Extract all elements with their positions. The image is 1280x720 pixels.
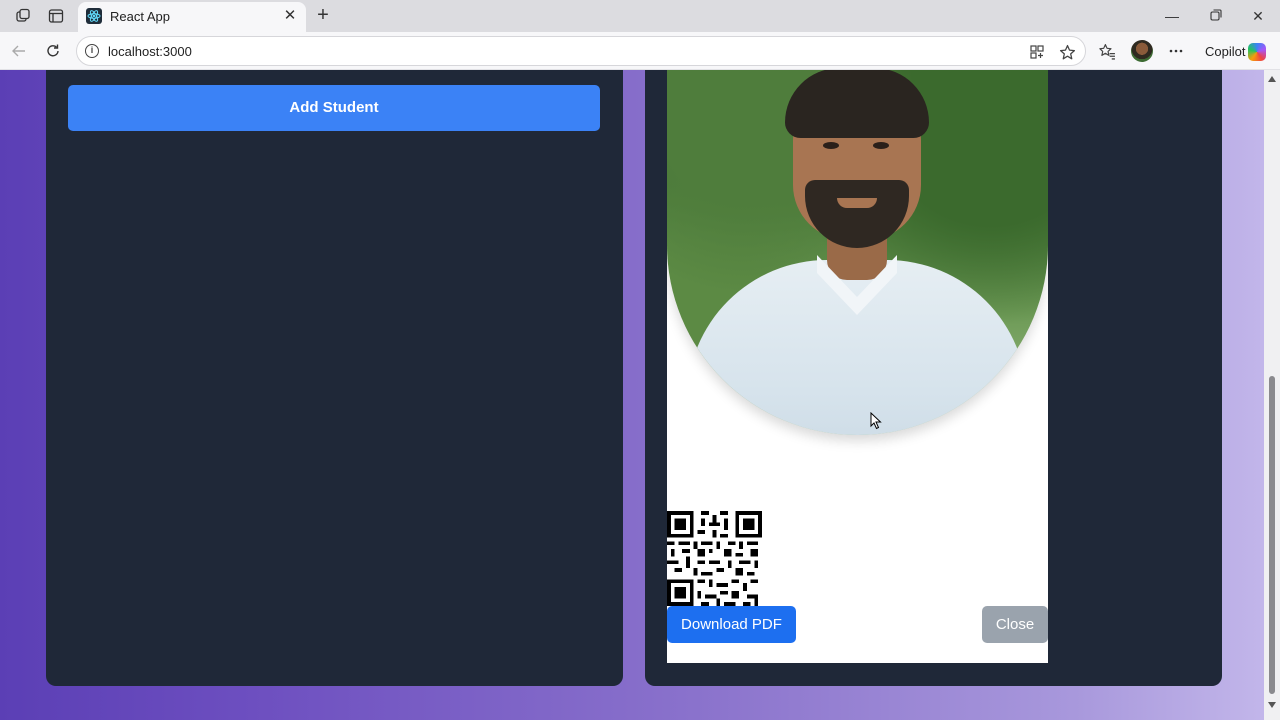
student-form-panel: Add Student xyxy=(46,70,623,686)
react-favicon-icon xyxy=(86,8,102,24)
scrollbar-thumb[interactable] xyxy=(1269,376,1275,694)
favorite-star-icon[interactable] xyxy=(1057,42,1077,62)
page-viewport: Add Student Download PDF Close xyxy=(0,70,1264,720)
copilot-icon xyxy=(1248,43,1266,61)
refresh-icon[interactable] xyxy=(42,40,64,62)
url-text[interactable]: localhost:3000 xyxy=(108,44,192,59)
window-close-icon[interactable]: ✕ xyxy=(1248,6,1268,26)
info-icon[interactable]: i xyxy=(85,44,99,58)
restore-icon[interactable] xyxy=(1206,6,1226,26)
browser-tab[interactable]: React App ✕ xyxy=(78,2,306,32)
new-tab-icon[interactable]: + xyxy=(312,4,334,26)
scroll-up-icon[interactable] xyxy=(1268,76,1276,82)
qr-code xyxy=(667,511,762,606)
mouse-cursor-icon xyxy=(870,412,882,430)
browser-toolbar: i localhost:3000 Copilot xyxy=(0,32,1280,70)
profile-avatar[interactable] xyxy=(1131,40,1153,62)
address-bar[interactable]: i localhost:3000 xyxy=(76,36,1086,66)
download-pdf-button[interactable]: Download PDF xyxy=(667,606,796,643)
tab-actions-icon[interactable] xyxy=(46,6,66,26)
scroll-down-icon[interactable] xyxy=(1268,702,1276,708)
id-card: Download PDF Close xyxy=(667,70,1048,663)
add-student-button[interactable]: Add Student xyxy=(68,85,600,131)
id-card-preview-panel: Download PDF Close xyxy=(645,70,1222,686)
workspaces-icon[interactable] xyxy=(13,6,33,26)
close-button[interactable]: Close xyxy=(982,606,1048,643)
close-icon[interactable]: ✕ xyxy=(281,7,299,25)
page-scrollbar[interactable] xyxy=(1264,70,1280,720)
app-available-icon[interactable] xyxy=(1027,42,1047,62)
student-photo xyxy=(667,70,1048,435)
tab-bar: React App ✕ + — ✕ xyxy=(0,0,1280,32)
tab-title: React App xyxy=(110,9,170,24)
copilot-label: Copilot xyxy=(1205,44,1246,59)
more-icon[interactable] xyxy=(1166,41,1186,61)
favorites-icon[interactable] xyxy=(1097,41,1117,61)
minimize-icon[interactable]: — xyxy=(1162,6,1182,26)
back-icon[interactable] xyxy=(8,40,30,62)
copilot-button[interactable]: Copilot xyxy=(1196,36,1272,66)
